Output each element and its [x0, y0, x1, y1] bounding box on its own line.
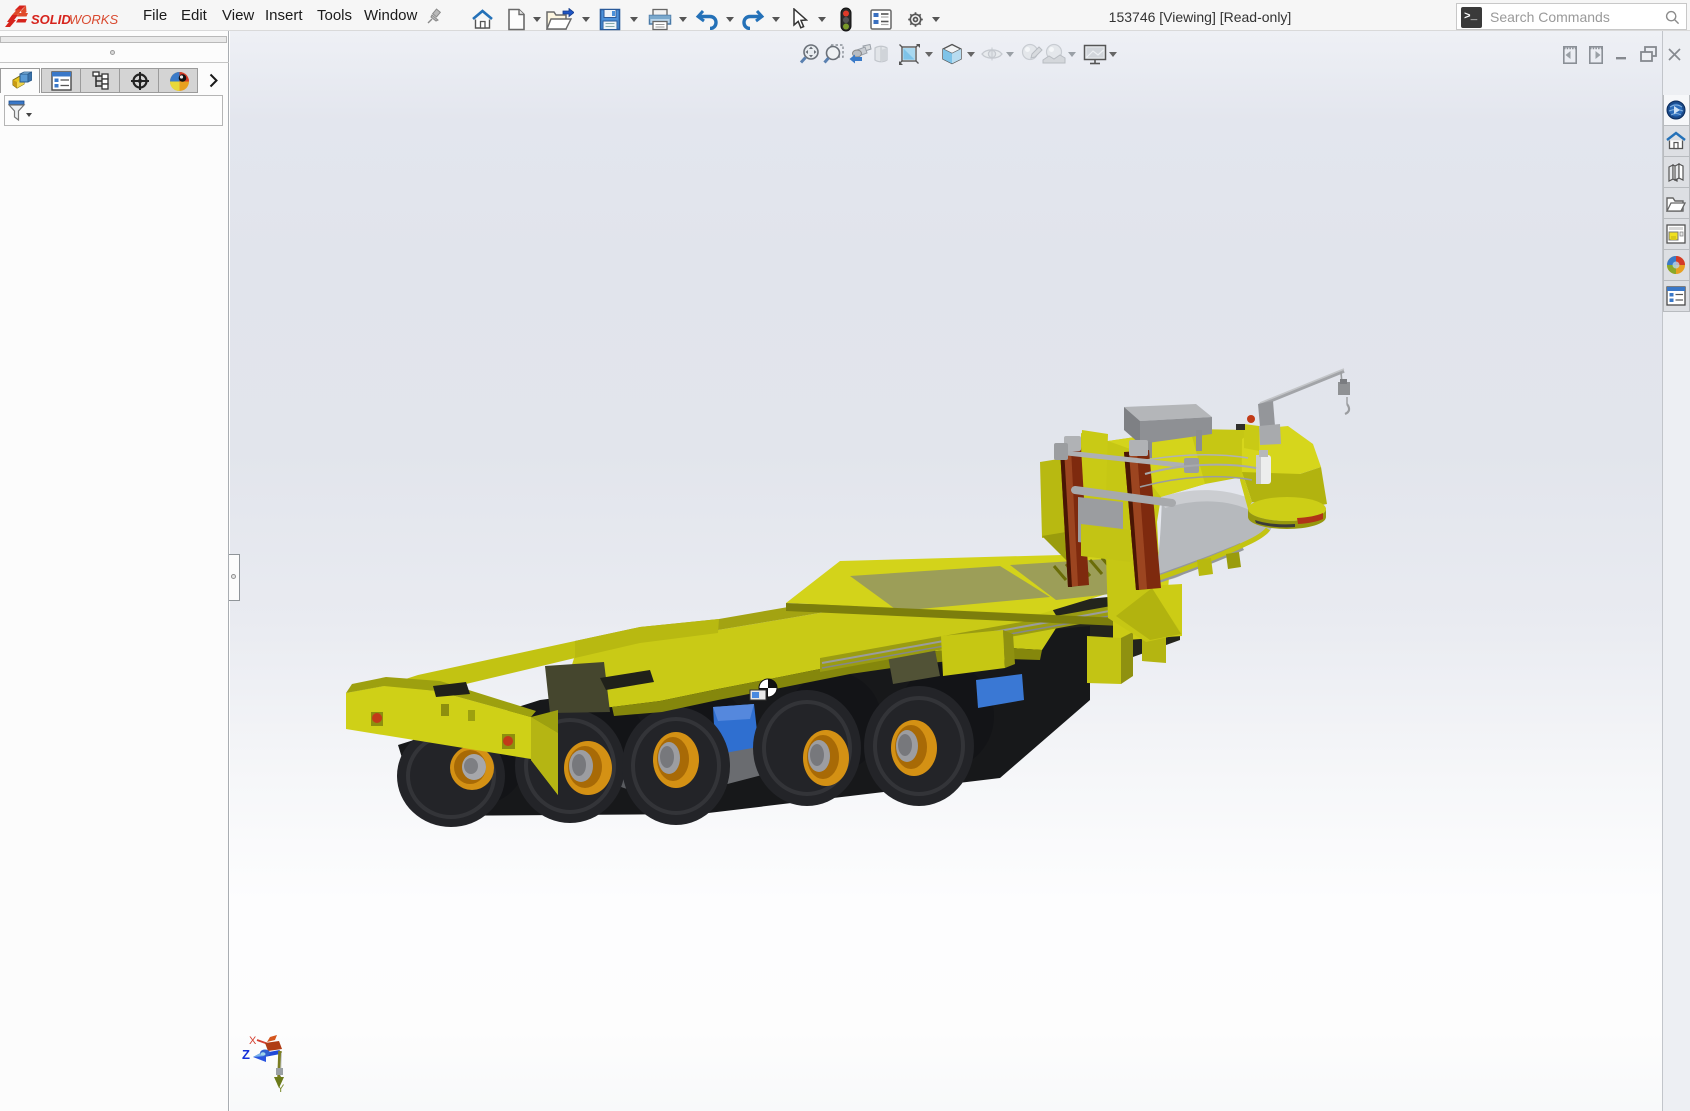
svg-text:Z: Z [242, 1047, 250, 1062]
svg-text:SOLID: SOLID [31, 12, 71, 27]
svg-text:X: X [249, 1035, 257, 1047]
svg-text:WORKS: WORKS [69, 12, 118, 27]
